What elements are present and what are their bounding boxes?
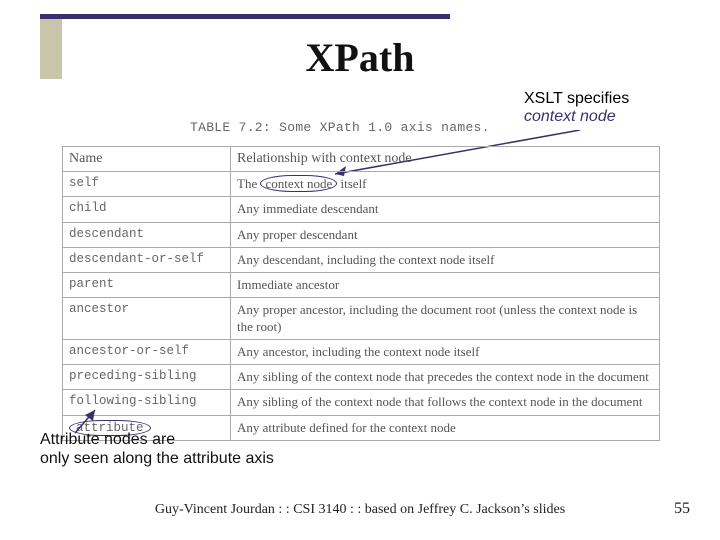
cell-name: ancestor-or-self bbox=[63, 339, 231, 364]
table-row: descendant-or-self Any descendant, inclu… bbox=[63, 247, 660, 272]
table-row: following-sibling Any sibling of the con… bbox=[63, 390, 660, 415]
col-header-name: Name bbox=[63, 147, 231, 172]
annotation-top-line1: XSLT specifies bbox=[524, 90, 629, 108]
cell-rel: Immediate ancestor bbox=[231, 273, 660, 298]
cell-name: descendant bbox=[63, 222, 231, 247]
cell-name: child bbox=[63, 197, 231, 222]
cell-name: descendant-or-self bbox=[63, 247, 231, 272]
cell-rel: The context node itself bbox=[231, 172, 660, 197]
cell-rel: Any sibling of the context node that fol… bbox=[231, 390, 660, 415]
decorative-topbar bbox=[40, 14, 450, 19]
cell-rel: Any descendant, including the context no… bbox=[231, 247, 660, 272]
col-header-rel: Relationship with context node bbox=[231, 147, 660, 172]
annotation-bottom-line2: only seen along the attribute axis bbox=[40, 449, 274, 468]
page-number: 55 bbox=[674, 500, 690, 518]
table-row: ancestor Any proper ancestor, including … bbox=[63, 298, 660, 340]
cell-name: self bbox=[63, 172, 231, 197]
annotation-bottom: Attribute nodes are only seen along the … bbox=[40, 430, 274, 468]
annotation-top: XSLT specifies context node bbox=[524, 90, 629, 127]
cell-name: preceding-sibling bbox=[63, 365, 231, 390]
slide-footer: Guy-Vincent Jourdan : : CSI 3140 : : bas… bbox=[0, 502, 720, 518]
cell-rel: Any proper descendant bbox=[231, 222, 660, 247]
table-row: self The context node itself bbox=[63, 172, 660, 197]
table-row: preceding-sibling Any sibling of the con… bbox=[63, 365, 660, 390]
table-row: descendant Any proper descendant bbox=[63, 222, 660, 247]
cell-name: ancestor bbox=[63, 298, 231, 340]
cell-name: following-sibling bbox=[63, 390, 231, 415]
table-row: parent Immediate ancestor bbox=[63, 273, 660, 298]
cell-rel: Any ancestor, including the context node… bbox=[231, 339, 660, 364]
slide-title: XPath bbox=[0, 34, 720, 81]
cell-name: parent bbox=[63, 273, 231, 298]
cell-rel: Any attribute defined for the context no… bbox=[231, 415, 660, 440]
cell-rel: Any immediate descendant bbox=[231, 197, 660, 222]
annotation-top-line2: context node bbox=[524, 108, 629, 126]
table-row: ancestor-or-self Any ancestor, including… bbox=[63, 339, 660, 364]
table-header-row: Name Relationship with context node bbox=[63, 147, 660, 172]
cell-rel: Any proper ancestor, including the docum… bbox=[231, 298, 660, 340]
table-row: child Any immediate descendant bbox=[63, 197, 660, 222]
annotation-bottom-line1: Attribute nodes are bbox=[40, 430, 274, 449]
rel-text-post: itself bbox=[337, 176, 366, 191]
rel-text-pre: The bbox=[237, 176, 260, 191]
oval-context-node: context node bbox=[260, 175, 337, 192]
table-caption: TABLE 7.2: Some XPath 1.0 axis names. bbox=[190, 120, 490, 135]
axis-table: Name Relationship with context node self… bbox=[62, 146, 660, 441]
cell-rel: Any sibling of the context node that pre… bbox=[231, 365, 660, 390]
